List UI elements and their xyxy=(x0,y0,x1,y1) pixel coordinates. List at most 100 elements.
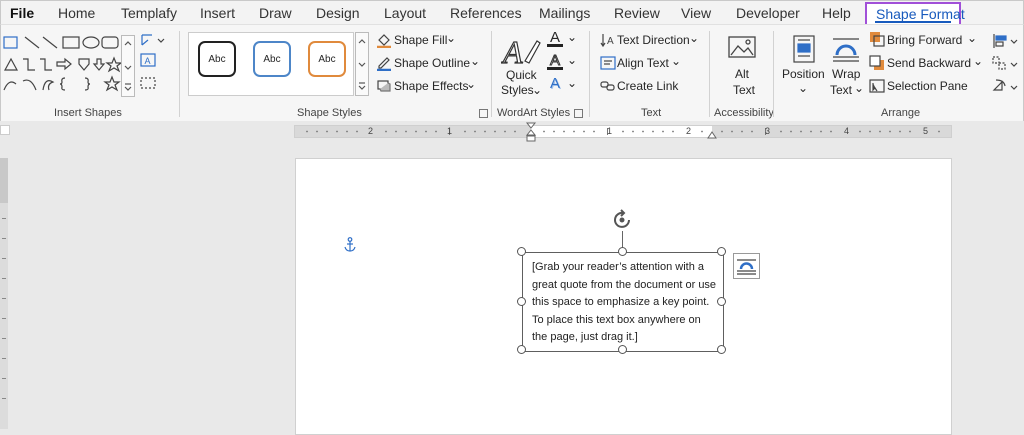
chevron-down-icon[interactable]: ⌄ xyxy=(798,81,808,95)
alt-text-label-2[interactable]: Text xyxy=(733,83,755,97)
shape-style-preset-black[interactable]: Abc xyxy=(198,41,236,77)
tab-references[interactable]: References xyxy=(450,5,522,21)
chevron-down-icon[interactable]: ⌄ xyxy=(973,54,983,68)
indent-marker-left[interactable] xyxy=(525,122,537,144)
tab-developer[interactable]: Developer xyxy=(736,5,800,21)
text-group-label: Text xyxy=(641,107,662,119)
chevron-down-icon[interactable]: ⌄ xyxy=(689,31,699,45)
tab-shape-format-label: Shape Format xyxy=(876,6,965,22)
svg-text:A: A xyxy=(501,34,523,69)
quote-text-box[interactable]: [Grab your reader’s attention with a gre… xyxy=(522,252,724,352)
ruler-tick-label: 3 xyxy=(765,126,771,136)
selection-pane-icon xyxy=(869,79,885,93)
wordart-styles-dialog-launcher[interactable] xyxy=(574,109,583,118)
resize-handle-top-left[interactable] xyxy=(517,247,526,256)
edit-shape-icon[interactable]: A xyxy=(138,30,168,94)
tab-draw[interactable]: Draw xyxy=(259,5,292,21)
group-separator xyxy=(491,31,492,117)
shape-effects-icon xyxy=(377,80,391,92)
shape-outline-button[interactable]: Shape Outline xyxy=(394,56,470,70)
ruler-tick-label: 2 xyxy=(368,126,374,136)
tab-insert[interactable]: Insert xyxy=(200,5,235,21)
layout-options-button[interactable] xyxy=(733,253,760,279)
resize-handle-bottom[interactable] xyxy=(618,345,627,354)
quick-styles-label-2[interactable]: Styles xyxy=(501,83,534,97)
text-box-content[interactable]: [Grab your reader’s attention with a gre… xyxy=(532,259,718,347)
shape-styles-gallery-scroll[interactable] xyxy=(355,32,369,96)
chevron-down-icon[interactable]: ⌄ xyxy=(567,76,577,90)
resize-handle-left[interactable] xyxy=(517,297,526,306)
alt-text-icon[interactable] xyxy=(727,35,757,63)
group-separator xyxy=(773,31,774,117)
chevron-down-icon[interactable]: ⌄ xyxy=(854,81,864,95)
tab-layout[interactable]: Layout xyxy=(384,5,426,21)
quick-styles-icon[interactable]: A xyxy=(501,31,543,69)
tab-file[interactable]: File xyxy=(10,5,34,21)
shape-fill-button[interactable]: Shape Fill xyxy=(394,33,447,47)
alt-text-label-1[interactable]: Alt xyxy=(735,67,749,81)
chevron-down-icon[interactable]: ⌄ xyxy=(532,83,542,97)
resize-handle-bottom-right[interactable] xyxy=(717,345,726,354)
align-text-button[interactable]: Align Text xyxy=(617,56,669,70)
ruler-tick-label: 1 xyxy=(447,126,453,136)
position-button[interactable]: Position xyxy=(782,67,825,81)
align-group-rotate-icons[interactable] xyxy=(991,32,1021,102)
text-effects-icon[interactable]: A xyxy=(547,76,563,92)
selection-pane-button[interactable]: Selection Pane xyxy=(887,79,968,93)
rotate-handle-icon[interactable] xyxy=(611,209,635,231)
text-outline-icon[interactable]: A xyxy=(547,53,563,70)
wrap-text-label-2[interactable]: Text xyxy=(830,83,852,97)
send-backward-icon xyxy=(869,55,884,70)
resize-handle-top-right[interactable] xyxy=(717,247,726,256)
resize-handle-bottom-left[interactable] xyxy=(517,345,526,354)
chevron-down-icon[interactable]: ⌄ xyxy=(470,54,480,68)
text-direction-icon: A xyxy=(600,34,614,48)
chevron-down-icon[interactable]: ⌄ xyxy=(466,77,476,91)
paint-bucket-icon xyxy=(377,34,391,48)
shape-style-preset-orange[interactable]: Abc xyxy=(308,41,346,77)
group-separator xyxy=(589,31,590,117)
active-tab-underline xyxy=(875,21,951,23)
tab-review[interactable]: Review xyxy=(614,5,660,21)
tab-selector[interactable] xyxy=(0,125,10,135)
bring-forward-button[interactable]: Bring Forward xyxy=(887,33,962,47)
resize-handle-top[interactable] xyxy=(618,247,627,256)
tab-templafy[interactable]: Templafy xyxy=(121,5,177,21)
ribbon-tab-bar: File Home Templafy Insert Draw Design La… xyxy=(0,0,1024,26)
tab-view[interactable]: View xyxy=(681,5,711,21)
quick-styles-label-1[interactable]: Quick xyxy=(506,68,537,82)
horizontal-ruler: 2 1 1 2 3 4 5 xyxy=(294,125,952,138)
chevron-down-icon[interactable]: ⌄ xyxy=(446,31,456,45)
position-icon[interactable] xyxy=(791,35,817,63)
shape-styles-dialog-launcher[interactable] xyxy=(479,109,488,118)
vertical-ruler xyxy=(0,158,8,429)
text-fill-icon[interactable]: A xyxy=(547,30,563,47)
tab-shape-format[interactable]: Shape Format xyxy=(865,2,965,26)
shape-style-preset-blue[interactable]: Abc xyxy=(253,41,291,77)
shape-effects-button[interactable]: Shape Effects xyxy=(394,79,469,93)
tab-help[interactable]: Help xyxy=(822,5,851,21)
text-direction-button[interactable]: Text Direction xyxy=(617,33,690,47)
chevron-down-icon[interactable]: ⌄ xyxy=(567,30,577,44)
tab-home[interactable]: Home xyxy=(58,5,95,21)
align-text-icon xyxy=(600,56,616,70)
tab-mailings[interactable]: Mailings xyxy=(539,5,590,21)
ribbon: A Insert Shapes Abc Abc Abc Shape Fill ⌄… xyxy=(0,24,1024,123)
shapes-gallery[interactable] xyxy=(1,32,125,92)
indent-marker-right[interactable] xyxy=(706,128,718,140)
group-separator xyxy=(179,31,180,117)
resize-handle-right[interactable] xyxy=(717,297,726,306)
send-backward-button[interactable]: Send Backward xyxy=(887,56,971,70)
pencil-icon xyxy=(377,57,391,71)
accessibility-group-label: Accessibility xyxy=(714,107,774,119)
wrap-text-label-1[interactable]: Wrap xyxy=(832,67,860,81)
tab-design[interactable]: Design xyxy=(316,5,360,21)
anchor-icon[interactable] xyxy=(343,237,357,253)
chevron-down-icon[interactable]: ⌄ xyxy=(567,53,577,67)
arrange-group-label: Arrange xyxy=(881,107,921,119)
shapes-gallery-scroll[interactable] xyxy=(121,35,135,97)
chevron-down-icon[interactable]: ⌄ xyxy=(967,31,977,45)
create-link-button[interactable]: Create Link xyxy=(617,79,678,93)
wrap-text-icon[interactable] xyxy=(831,35,861,63)
chevron-down-icon[interactable]: ⌄ xyxy=(671,54,681,68)
